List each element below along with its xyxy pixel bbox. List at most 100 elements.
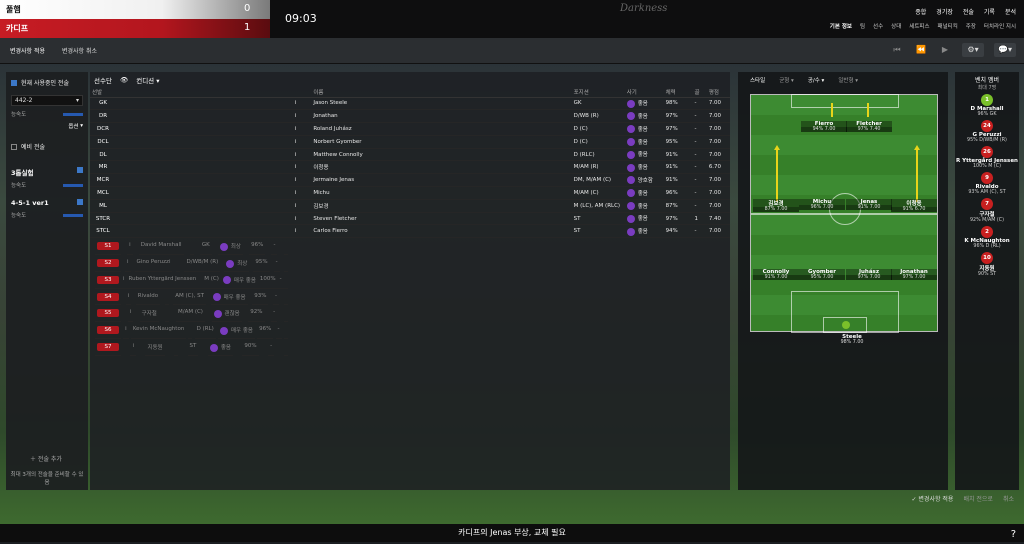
confirm-apply-button[interactable]: ✓ 변경사항 적용: [911, 494, 953, 503]
player-kim[interactable]: 김보경 87% 7.00: [753, 199, 799, 212]
table-row[interactable]: STCR i Steven Fletcher ST 좋음 97% 1 7.40: [90, 212, 730, 226]
balance-select[interactable]: 균형 ▾: [779, 76, 794, 84]
reserve-tactic-checkbox[interactable]: [11, 143, 17, 150]
table-row[interactable]: ML i 김보경 M (LC), AM (RLC) 좋음 87% - 7.00: [90, 199, 730, 213]
bench-player[interactable]: 1D Marshall 96% GK: [955, 94, 1019, 117]
bench-player[interactable]: 2K McNaughton 96% D (RL): [955, 226, 1019, 249]
info-icon[interactable]: i: [295, 152, 297, 158]
player-juhasz[interactable]: Juhász 97% 7.00: [846, 269, 892, 280]
eye-icon[interactable]: 👁: [120, 76, 128, 84]
nav-analysis[interactable]: 분석: [1005, 7, 1016, 16]
col-rating[interactable]: 평점: [706, 88, 730, 98]
subnav-opponent[interactable]: 상대: [891, 22, 901, 30]
add-tactic-button[interactable]: ＋ 전술 추가: [30, 454, 62, 463]
table-row[interactable]: S3 i Ruben Yttergård Jenssen M (C) 매우 좋음 100%…: [95, 275, 288, 289]
tactic-1[interactable]: 3톱실험: [11, 167, 83, 177]
player-steele[interactable]: Steele 98% 7.00: [822, 334, 882, 345]
mentality-select[interactable]: 일반형 ▾: [838, 76, 858, 84]
info-icon[interactable]: i: [295, 177, 297, 183]
table-row[interactable]: S1 i David Marshall GK 최상 96% -: [95, 242, 288, 256]
col-morale[interactable]: 사기: [624, 88, 664, 98]
info-icon[interactable]: i: [295, 190, 297, 196]
info-icon[interactable]: i: [130, 309, 132, 315]
info-icon[interactable]: i: [295, 113, 297, 119]
skip-back-icon[interactable]: ⏮: [890, 43, 904, 57]
col-position[interactable]: 포지션: [571, 88, 625, 98]
bench-player[interactable]: 7 구자철 92% M/AM (C): [955, 198, 1019, 223]
subnav-setpieces[interactable]: 세트피스: [909, 22, 929, 30]
info-icon[interactable]: i: [132, 343, 134, 349]
info-icon[interactable]: i: [125, 326, 127, 332]
squad-tab[interactable]: 선수단: [94, 75, 112, 85]
options-button[interactable]: 옵션 ▾: [11, 122, 83, 130]
info-icon[interactable]: i: [295, 203, 297, 209]
attack-defense-select[interactable]: 공/수 ▾: [808, 76, 825, 84]
table-row[interactable]: STCL i Carlos Fierro ST 좋음 94% - 7.00: [90, 224, 730, 239]
cancel-changes-button[interactable]: 변경사항 취소: [62, 46, 97, 55]
gear-icon[interactable]: ⚙▾: [962, 43, 984, 57]
subnav-team[interactable]: 팀: [860, 22, 865, 30]
view-select[interactable]: 컨디션 ▾: [136, 75, 159, 85]
nav-overview[interactable]: 종합: [915, 7, 926, 16]
table-row[interactable]: S6 i Kevin McNaughton D (RL) 매우 좋음 96% -: [95, 326, 288, 340]
info-icon[interactable]: i: [295, 216, 297, 222]
nav-stats[interactable]: 기록: [984, 7, 995, 16]
info-icon[interactable]: i: [295, 228, 297, 234]
subnav-basic[interactable]: 기본 정보: [830, 22, 852, 30]
player-lee[interactable]: 이청용 91% 6.70: [891, 199, 937, 212]
subnav-captain[interactable]: 주장: [966, 22, 976, 30]
bench-player[interactable]: 24 G Peruzzi 95% D/WB/M (R): [955, 120, 1019, 143]
formation-select[interactable]: 442-2 ▾: [11, 95, 83, 106]
info-icon[interactable]: i: [129, 242, 131, 248]
reset-button[interactable]: 배치 전으로: [963, 494, 993, 503]
apply-changes-button[interactable]: 변경사항 적용: [10, 46, 45, 55]
subnav-players[interactable]: 선수: [873, 22, 883, 30]
table-row[interactable]: GK i Jason Steele GK 좋음 98% - 7.00: [90, 97, 730, 111]
cancel-button[interactable]: 취소: [1003, 494, 1014, 503]
subnav-touchline[interactable]: 터치라인 지시: [984, 22, 1016, 30]
info-icon[interactable]: i: [127, 259, 129, 265]
player-jonathan[interactable]: Jonathan 97% 7.00: [891, 269, 937, 280]
info-icon[interactable]: i: [295, 126, 297, 132]
col-start[interactable]: 선발: [90, 88, 293, 98]
col-goals[interactable]: 골: [692, 88, 707, 98]
bench-player[interactable]: 9 Rivaldo 93% AM (C), ST: [955, 172, 1019, 195]
tactic-2-toggle[interactable]: [77, 199, 83, 205]
player-michu[interactable]: Michu 96% 7.00: [799, 199, 845, 210]
nav-stadium[interactable]: 경기장: [936, 7, 953, 16]
table-row[interactable]: DL i Matthew Connolly D (RLC) 좋음 91% - 7.00: [90, 148, 730, 162]
table-row[interactable]: DCL i Norbert Gyomber D (C) 좋음 95% - 7.00: [90, 135, 730, 149]
bench-player[interactable]: 26 R Yttergård Jenssen 100% M (C): [955, 146, 1019, 169]
help-icon[interactable]: ?: [1011, 526, 1016, 544]
current-tactic-row[interactable]: 현재 사용중인 전술: [6, 72, 88, 93]
table-row[interactable]: MCR i Jermaine Jenas DM, M/AM (C) 양호함 91% - 7.0…: [90, 173, 730, 188]
tactic-1-toggle[interactable]: [77, 167, 83, 173]
bench-player[interactable]: 10 지동원 90% ST: [955, 252, 1019, 277]
info-icon[interactable]: i: [128, 293, 130, 299]
info-icon[interactable]: i: [295, 139, 297, 145]
play-icon[interactable]: ▶: [938, 43, 952, 57]
reserve-tactic-row[interactable]: 예비 전술: [6, 136, 88, 157]
table-row[interactable]: DR i Jonathan D/WB (R) 좋음 97% - 7.00: [90, 109, 730, 124]
subnav-penalties[interactable]: 패널티킥: [938, 22, 958, 30]
info-icon[interactable]: i: [295, 164, 297, 170]
chat-icon[interactable]: 💬▾: [994, 43, 1016, 57]
nav-tactics[interactable]: 전술: [963, 7, 974, 16]
table-row[interactable]: MCL i Michu M/AM (C) 좋음 96% - 7.00: [90, 186, 730, 200]
table-row[interactable]: MR i 이청용 M/AM (R) 좋음 91% - 6.70: [90, 160, 730, 175]
table-row[interactable]: S7 i 지동원 ST 좋음 90% -: [95, 343, 288, 356]
table-row[interactable]: S2 i Gino Peruzzi D/WB/M (R) 최상 95% -: [95, 259, 288, 272]
info-icon[interactable]: i: [295, 100, 297, 106]
player-jenas[interactable]: Jenas 91% 7.00: [846, 199, 892, 210]
table-row[interactable]: S5 i 구자철 M/AM (C) 괜찮음 92% -: [95, 309, 288, 323]
table-row[interactable]: DCR i Roland Juhász D (C) 좋음 97% - 7.00: [90, 122, 730, 136]
table-row[interactable]: S4 i Rivaldo AM (C), ST 매우 좋음 93% -: [95, 292, 288, 306]
player-fletcher[interactable]: Fletcher 97% 7.40: [846, 121, 892, 132]
tactic-2[interactable]: 4-5-1 ver1: [11, 199, 83, 207]
player-connolly[interactable]: Connolly 91% 7.00: [753, 269, 799, 280]
goalkeeper-marker[interactable]: [842, 321, 850, 329]
current-tactic-checkbox[interactable]: [11, 79, 17, 86]
col-name[interactable]: 이름: [311, 88, 568, 98]
player-fierro[interactable]: Fierro 94% 7.00: [801, 121, 847, 132]
col-condition[interactable]: 체력: [663, 88, 693, 98]
